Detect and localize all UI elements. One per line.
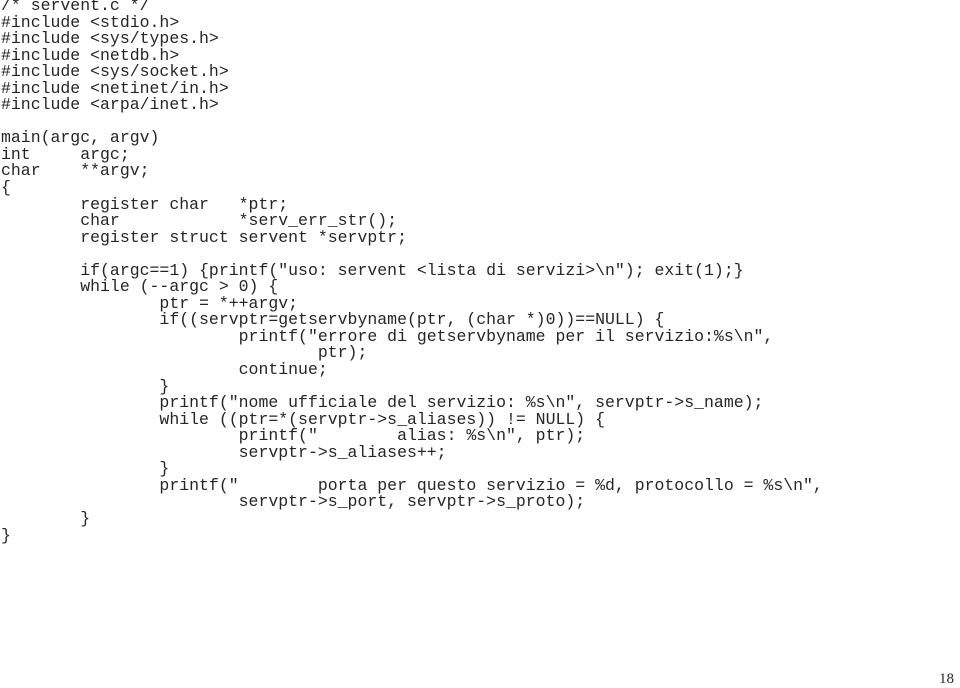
code-line: servptr->s_port, servptr->s_proto); <box>1 492 586 512</box>
code-line: } <box>1 525 11 545</box>
code-listing: /* servent.c */#include <stdio.h> #includ… <box>1 0 823 544</box>
code-line: } <box>1 508 91 528</box>
page-number: 18 <box>939 671 954 687</box>
code-line: char **argv; <box>1 161 150 181</box>
code-line: #include <arpa/inet.h> <box>1 95 219 115</box>
code-line: register struct servent *servptr; <box>1 227 407 247</box>
